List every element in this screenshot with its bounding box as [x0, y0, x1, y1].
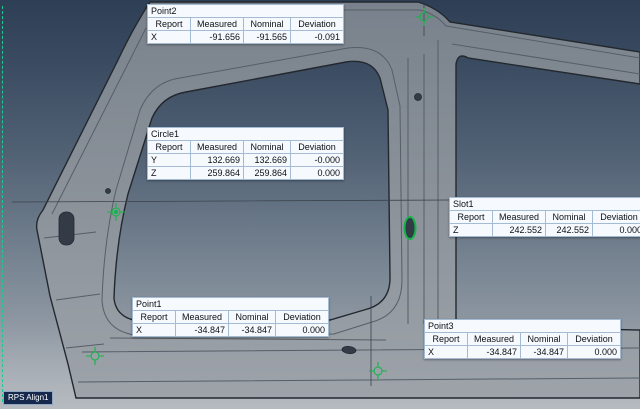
- header-measured: Measured: [191, 18, 244, 31]
- measurement-table-slot1[interactable]: Slot1 Report Measured Nominal Deviation …: [449, 197, 640, 237]
- cell-deviation: 0.000: [593, 224, 640, 237]
- cell-axis: Z: [450, 224, 493, 237]
- header-deviation: Deviation: [568, 333, 621, 346]
- b-pillar-hole: [415, 94, 422, 101]
- cell-measured: -34.847: [176, 324, 229, 337]
- cad-viewport: Point2 Report Measured Nominal Deviation…: [0, 0, 640, 409]
- cell-measured: -91.656: [191, 31, 244, 44]
- header-measured: Measured: [493, 211, 546, 224]
- header-deviation: Deviation: [593, 211, 640, 224]
- table-title: Slot1: [450, 198, 640, 211]
- header-report: Report: [133, 311, 176, 324]
- header-nominal: Nominal: [546, 211, 593, 224]
- table-row: X -34.847 -34.847 0.000: [425, 346, 621, 359]
- cell-nominal: -34.847: [229, 324, 276, 337]
- slot1-marker slot-ellipse-icon[interactable]: [400, 213, 420, 243]
- table-title: Point1: [133, 298, 329, 311]
- cell-deviation: -0.091: [291, 31, 344, 44]
- table-header-row: Report Measured Nominal Deviation: [425, 333, 621, 346]
- cell-axis: X: [148, 31, 191, 44]
- table-header-row: Report Measured Nominal Deviation: [133, 311, 329, 324]
- point3-marker crosshair-icon[interactable]: [369, 362, 387, 380]
- table-header-row: Report Measured Nominal Deviation: [450, 211, 640, 224]
- cell-axis: Y: [148, 154, 191, 167]
- cell-measured: 259.864: [191, 167, 244, 180]
- cell-nominal: 132.669: [244, 154, 291, 167]
- hinge-slot-hole: [59, 212, 74, 245]
- header-nominal: Nominal: [244, 141, 291, 154]
- header-nominal: Nominal: [244, 18, 291, 31]
- point1-marker crosshair-icon[interactable]: [86, 347, 104, 365]
- cell-deviation: 0.000: [568, 346, 621, 359]
- cell-axis: X: [133, 324, 176, 337]
- point2-marker crosshair-icon[interactable]: [415, 8, 433, 26]
- table-row: Z 242.552 242.552 0.000: [450, 224, 640, 237]
- circle1-marker crosshair-icon[interactable]: [107, 203, 125, 221]
- table-title-row: Point3: [425, 320, 621, 333]
- cell-deviation: 0.000: [291, 167, 344, 180]
- header-report: Report: [148, 18, 191, 31]
- cell-measured: 242.552: [493, 224, 546, 237]
- cell-deviation: 0.000: [276, 324, 329, 337]
- cell-axis: X: [425, 346, 468, 359]
- table-row: Z 259.864 259.864 0.000: [148, 167, 344, 180]
- header-deviation: Deviation: [276, 311, 329, 324]
- cell-measured: -34.847: [468, 346, 521, 359]
- header-deviation: Deviation: [291, 18, 344, 31]
- measurement-table-circle1[interactable]: Circle1 Report Measured Nominal Deviatio…: [147, 127, 344, 180]
- header-deviation: Deviation: [291, 141, 344, 154]
- table-row: X -34.847 -34.847 0.000: [133, 324, 329, 337]
- alignment-label[interactable]: RPS Align1: [3, 391, 53, 405]
- cell-axis: Z: [148, 167, 191, 180]
- header-measured: Measured: [176, 311, 229, 324]
- cell-nominal: -34.847: [521, 346, 568, 359]
- header-report: Report: [450, 211, 493, 224]
- table-title-row: Point1: [133, 298, 329, 311]
- table-title: Point3: [425, 320, 621, 333]
- table-title: Point2: [148, 5, 344, 18]
- table-row: Y 132.669 132.669 -0.000: [148, 154, 344, 167]
- cell-deviation: -0.000: [291, 154, 344, 167]
- table-title: Circle1: [148, 128, 344, 141]
- table-header-row: Report Measured Nominal Deviation: [148, 141, 344, 154]
- header-report: Report: [425, 333, 468, 346]
- table-title-row: Slot1: [450, 198, 640, 211]
- selection-dashed-line: [2, 6, 3, 402]
- cell-measured: 132.669: [191, 154, 244, 167]
- a-pillar-hole: [106, 189, 111, 194]
- header-report: Report: [148, 141, 191, 154]
- cell-nominal: 242.552: [546, 224, 593, 237]
- header-measured: Measured: [191, 141, 244, 154]
- header-measured: Measured: [468, 333, 521, 346]
- measurement-table-point1[interactable]: Point1 Report Measured Nominal Deviation…: [132, 297, 329, 337]
- table-header-row: Report Measured Nominal Deviation: [148, 18, 344, 31]
- table-row: X -91.656 -91.565 -0.091: [148, 31, 344, 44]
- cell-nominal: 259.864: [244, 167, 291, 180]
- table-title-row: Circle1: [148, 128, 344, 141]
- measurement-table-point2[interactable]: Point2 Report Measured Nominal Deviation…: [147, 4, 344, 44]
- measurement-table-point3[interactable]: Point3 Report Measured Nominal Deviation…: [424, 319, 621, 359]
- cell-nominal: -91.565: [244, 31, 291, 44]
- header-nominal: Nominal: [229, 311, 276, 324]
- table-title-row: Point2: [148, 5, 344, 18]
- header-nominal: Nominal: [521, 333, 568, 346]
